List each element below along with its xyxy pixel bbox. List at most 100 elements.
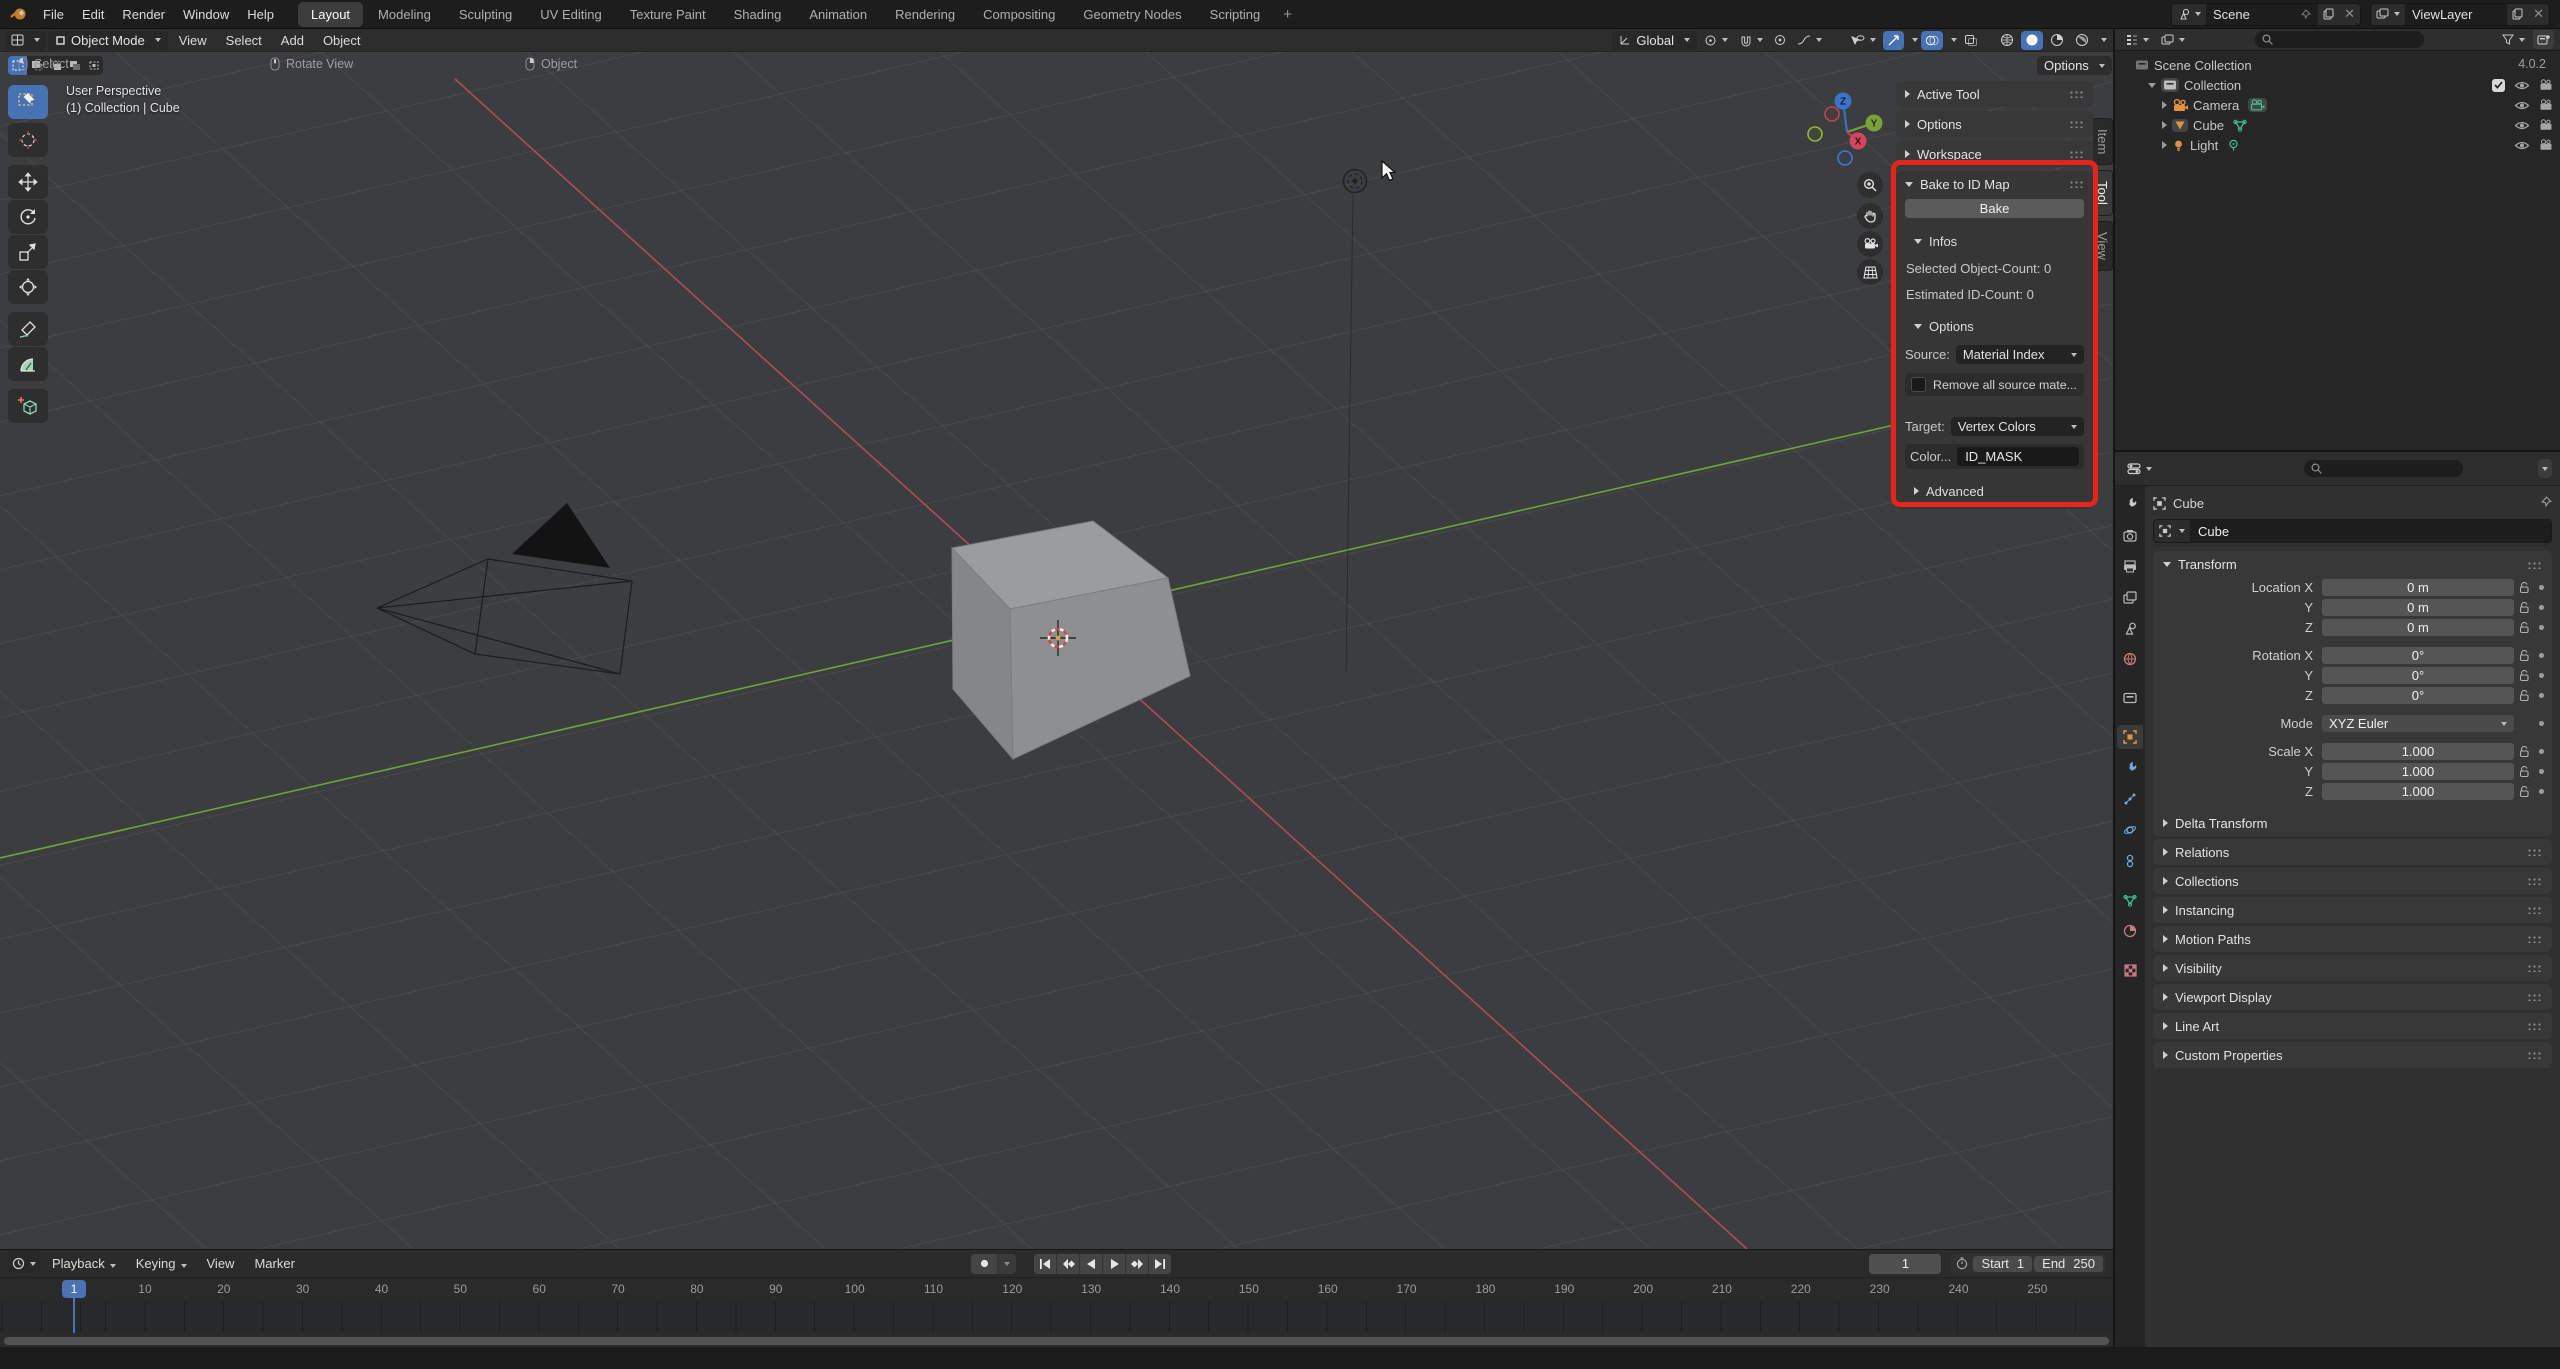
panel-relations[interactable]: Relations	[2153, 839, 2552, 865]
workspace-tab-texture-paint[interactable]: Texture Paint	[617, 2, 719, 27]
tab-texture[interactable]	[2117, 958, 2143, 982]
outliner-row-cube[interactable]: Cube	[2115, 115, 2560, 135]
menu-keying[interactable]: Keying	[128, 1256, 195, 1271]
tab-tool[interactable]	[2117, 492, 2143, 516]
animate-decorator[interactable]	[2539, 673, 2544, 678]
object-name-field[interactable]: Cube	[2153, 519, 2552, 543]
hide-in-viewport-icon[interactable]	[2514, 80, 2530, 91]
value-slider[interactable]: 0 m	[2322, 599, 2514, 616]
scene-name[interactable]: Scene	[2213, 7, 2250, 22]
hide-in-viewport-icon[interactable]	[2514, 100, 2530, 111]
lock-icon[interactable]	[2514, 601, 2534, 614]
properties-editor-type-icon[interactable]	[2123, 459, 2156, 478]
animate-decorator[interactable]	[2539, 721, 2544, 726]
new-scene-icon[interactable]	[2318, 3, 2340, 25]
snap-magnet-icon[interactable]	[1735, 31, 1767, 50]
value-slider[interactable]: 1.000	[2322, 783, 2514, 800]
tool-annotate[interactable]	[8, 312, 48, 346]
tab-scene[interactable]	[2117, 616, 2143, 640]
workspace-tab-uv-editing[interactable]: UV Editing	[527, 2, 614, 27]
panel-viewport-display[interactable]: Viewport Display	[2153, 984, 2552, 1010]
shading-solid-icon[interactable]	[2021, 30, 2043, 50]
value-slider[interactable]: 0°	[2322, 667, 2514, 684]
menu-view[interactable]: View	[199, 1256, 243, 1271]
end-frame-field[interactable]: End 250	[2034, 1255, 2103, 1272]
disable-in-renders-icon[interactable]	[2539, 79, 2554, 91]
scene-icon[interactable]	[2172, 3, 2206, 25]
animate-decorator[interactable]	[2539, 749, 2544, 754]
camera-view-button[interactable]	[1857, 231, 1883, 257]
workspace-tab-shading[interactable]: Shading	[721, 2, 795, 27]
viewlayer-selector[interactable]: ViewLayer ✕	[2370, 2, 2550, 26]
gizmo-z-negative[interactable]	[1837, 150, 1853, 166]
panel-visibility[interactable]: Visibility	[2153, 955, 2552, 981]
drag-dots-icon[interactable]	[2069, 120, 2084, 128]
lock-icon[interactable]	[2514, 785, 2534, 798]
filter-icon[interactable]	[2498, 30, 2529, 49]
tab-constraints[interactable]	[2117, 849, 2143, 873]
panel-custom-properties[interactable]: Custom Properties	[2153, 1042, 2552, 1068]
drag-dots-icon[interactable]	[2527, 560, 2542, 569]
expand-arrow-icon[interactable]	[2148, 82, 2156, 88]
proportional-editing-icon[interactable]	[1770, 31, 1790, 50]
tab-world[interactable]	[2117, 647, 2143, 671]
panel-delta-transform[interactable]: Delta Transform	[2153, 810, 2552, 836]
value-slider[interactable]: 0 m	[2322, 579, 2514, 596]
region-divider[interactable]	[2113, 29, 2115, 1347]
tab-object[interactable]	[2117, 725, 2143, 749]
tab-render[interactable]	[2117, 523, 2143, 547]
object-visibility-icon[interactable]	[1846, 31, 1880, 50]
tool-measure[interactable]	[8, 347, 48, 381]
region-divider[interactable]	[2115, 450, 2560, 452]
tool-scale[interactable]	[8, 235, 48, 269]
viewport-canvas[interactable]: Options User Perspective (1) Collection …	[0, 52, 2113, 1249]
menu-view[interactable]: View	[171, 33, 215, 48]
remove-viewlayer-icon[interactable]: ✕	[2528, 3, 2549, 25]
expand-arrow-icon[interactable]	[2162, 101, 2167, 109]
value-slider[interactable]: 0°	[2322, 687, 2514, 704]
workspace-tab-sculpting[interactable]: Sculpting	[446, 2, 525, 27]
menu-file[interactable]: File	[34, 7, 73, 22]
stopwatch-icon[interactable]	[1953, 1257, 1971, 1270]
mode-dropdown[interactable]: Object Mode	[48, 30, 168, 50]
menu-window[interactable]: Window	[174, 7, 238, 22]
tool-move[interactable]	[8, 165, 48, 199]
tab-output[interactable]	[2117, 554, 2143, 578]
disable-in-renders-icon[interactable]	[2539, 99, 2554, 111]
outliner-row-light[interactable]: Light	[2115, 135, 2560, 155]
tool-rotate[interactable]	[8, 200, 48, 234]
lock-icon[interactable]	[2514, 621, 2534, 634]
tool-transform[interactable]	[8, 270, 48, 304]
gizmo-x-negative[interactable]	[1824, 106, 1840, 122]
value-slider[interactable]: 0°	[2322, 647, 2514, 664]
menu-add[interactable]: Add	[273, 33, 312, 48]
tool-add-cube[interactable]	[8, 389, 48, 423]
timeline-track[interactable]	[0, 1302, 2113, 1333]
workspace-tab-layout[interactable]: Layout	[298, 1, 364, 27]
hide-in-viewport-icon[interactable]	[2514, 120, 2530, 131]
tab-modifiers[interactable]	[2117, 756, 2143, 780]
transform-orientation-dropdown[interactable]: Global	[1612, 30, 1697, 50]
jump-to-end-button[interactable]	[1149, 1253, 1172, 1274]
value-slider[interactable]: 1.000	[2322, 743, 2514, 760]
breadcrumb-object-name[interactable]: Cube	[2173, 496, 2204, 511]
select-mode-intersect[interactable]	[84, 56, 103, 75]
auto-keying-button[interactable]	[971, 1253, 998, 1274]
drag-dots-icon[interactable]	[2527, 935, 2542, 943]
value-slider[interactable]: 0 m	[2322, 619, 2514, 636]
pin-icon[interactable]	[2300, 8, 2312, 20]
lock-icon[interactable]	[2514, 581, 2534, 594]
drag-dots-icon[interactable]	[2527, 964, 2542, 972]
animate-decorator[interactable]	[2539, 585, 2544, 590]
animate-decorator[interactable]	[2539, 789, 2544, 794]
lock-icon[interactable]	[2514, 669, 2534, 682]
expand-arrow-icon[interactable]	[2162, 121, 2167, 129]
drag-dots-icon[interactable]	[2527, 877, 2542, 885]
gizmo-y-negative[interactable]	[1807, 126, 1823, 142]
tool-cursor[interactable]	[8, 123, 48, 157]
workspace-tab-animation[interactable]: Animation	[796, 2, 880, 27]
lock-icon[interactable]	[2514, 765, 2534, 778]
blender-logo-icon[interactable]	[10, 7, 28, 21]
workspace-tab-rendering[interactable]: Rendering	[882, 2, 968, 27]
tab-physics[interactable]	[2117, 818, 2143, 842]
